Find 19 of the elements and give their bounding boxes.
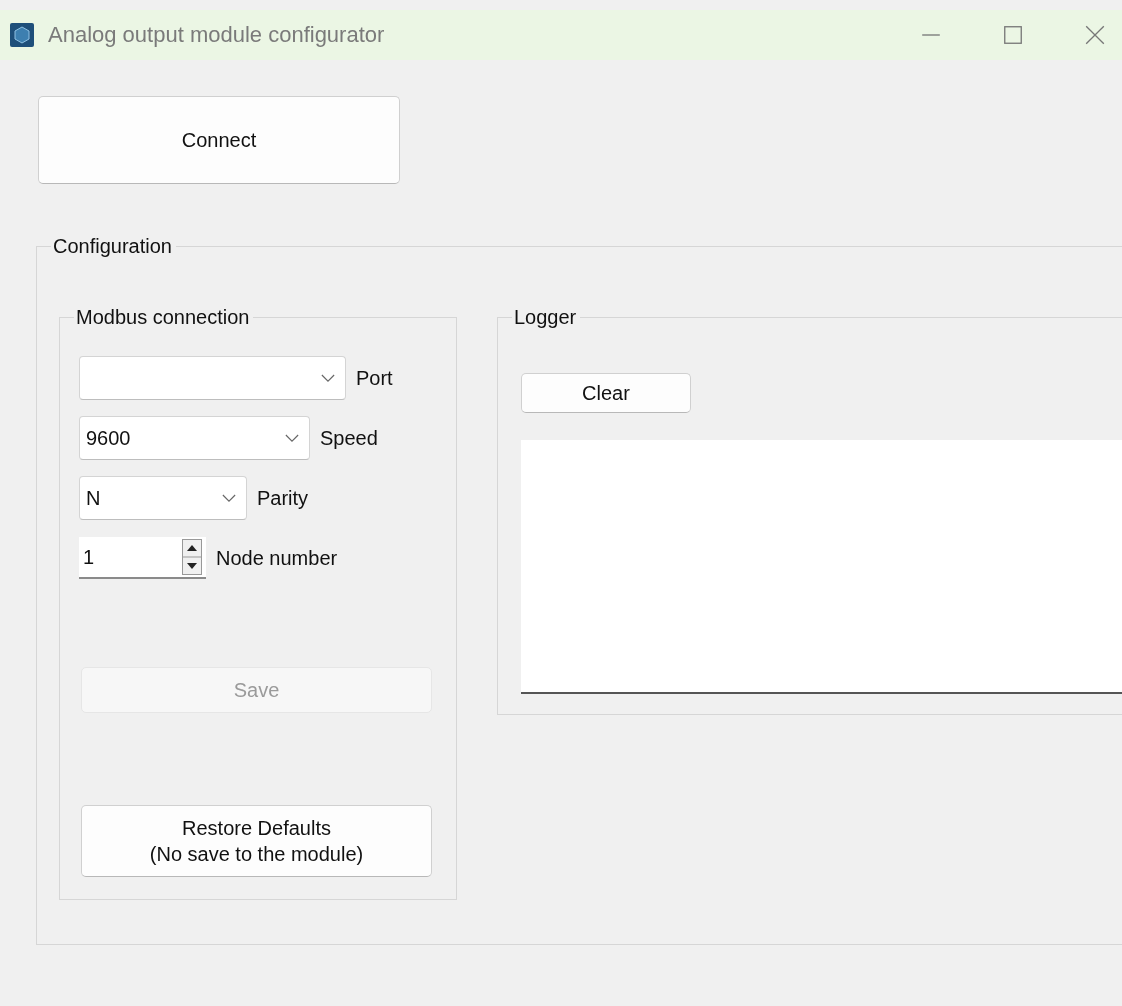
field-label: Node number <box>216 546 338 570</box>
chevron-down-icon <box>321 373 335 383</box>
field-label: Speed <box>320 426 378 450</box>
chevron-down-icon <box>285 433 299 443</box>
field-label: Parity <box>257 486 309 510</box>
dropdown[interactable] <box>79 356 346 400</box>
restore-defaults-button[interactable]: Restore Defaults (No save to the module) <box>81 805 432 877</box>
field-label: Port <box>356 366 393 390</box>
close-icon[interactable] <box>1084 24 1106 46</box>
clear-button[interactable]: Clear <box>521 373 691 413</box>
chevron-down-icon <box>222 493 236 503</box>
connect-button[interactable]: Connect <box>38 96 400 184</box>
spinner-arrows-icon[interactable] <box>182 539 202 575</box>
maximize-icon[interactable] <box>1002 24 1024 46</box>
dropdown[interactable]: N <box>79 476 247 520</box>
spin-box[interactable]: 1 <box>79 537 206 579</box>
window-title: Analog output module configurator <box>48 22 385 48</box>
app-icon <box>10 23 34 47</box>
dropdown[interactable]: 9600 <box>79 416 310 460</box>
